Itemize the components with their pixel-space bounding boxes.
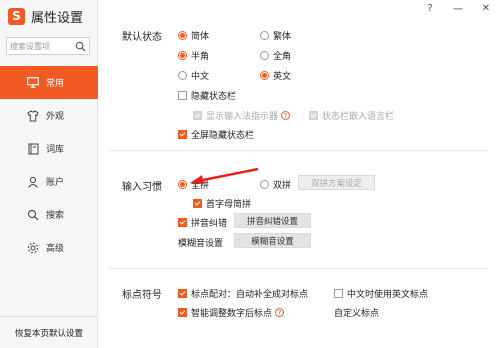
checkbox-english-punct[interactable]: 中文时使用英文标点 <box>334 287 428 300</box>
radio-english[interactable]: 英文 <box>260 69 291 82</box>
option-label: 中文 <box>191 72 210 82</box>
app-title: S 属性设置 <box>8 7 84 26</box>
radio-button[interactable] <box>260 180 269 189</box>
checkbox-initials[interactable]: 首字母简拼 <box>193 197 251 210</box>
option-label[interactable]: 自定义标点 <box>334 306 379 319</box>
sogou-logo-icon: S <box>8 7 25 25</box>
divider <box>108 150 488 151</box>
checkbox[interactable] <box>178 130 187 139</box>
radio-button[interactable] <box>260 51 269 60</box>
checkbox[interactable] <box>178 308 187 317</box>
sidebar-item-label: 外观 <box>46 112 65 122</box>
sidebar-item-appearance[interactable]: 外观 <box>0 99 98 132</box>
option-label: 英文 <box>273 72 292 82</box>
search-icon[interactable] <box>75 41 86 52</box>
section-label-input-habit: 输入习惯 <box>122 182 162 193</box>
section-label-default-state: 默认状态 <box>122 32 162 43</box>
user-icon <box>26 175 40 189</box>
radio-button[interactable] <box>260 71 269 80</box>
help-button[interactable]: ? <box>422 2 438 14</box>
checkbox[interactable] <box>178 91 187 100</box>
fuzzy-sound-settings-button[interactable]: 模糊音设置 <box>234 233 311 248</box>
checkbox-fullscreen-hide[interactable]: 全屏隐藏状态栏 <box>178 128 254 141</box>
section-label-punctuation: 标点符号 <box>122 290 162 301</box>
annotation-arrow-icon <box>190 168 259 184</box>
option-label: 首字母简拼 <box>206 200 252 210</box>
option-label: 状态栏嵌入语言栏 <box>322 112 395 122</box>
option-label: 隐藏状态栏 <box>191 92 237 102</box>
app-title-text: 属性设置 <box>31 10 84 26</box>
shirt-icon <box>26 109 40 123</box>
option-label: 半角 <box>191 52 210 62</box>
search-input[interactable] <box>7 38 73 54</box>
custom-punct-link[interactable]: 自定义标点 <box>334 306 379 319</box>
option-label: 简体 <box>191 32 210 42</box>
sidebar-item-account[interactable]: 账户 <box>0 165 98 198</box>
sidebar-item-label: 常用 <box>46 79 65 89</box>
sidebar: S 属性设置 常用 外观 词库 账户 <box>0 0 98 348</box>
radio-button[interactable] <box>178 51 187 60</box>
radio-traditional[interactable]: 繁体 <box>260 29 291 42</box>
radio-shuangpin[interactable]: 双拼 <box>260 178 291 191</box>
sidebar-nav: 常用 外观 词库 账户 搜索 高级 <box>0 66 98 264</box>
sidebar-item-advanced[interactable]: 高级 <box>0 231 98 264</box>
checkbox-embed-language-bar[interactable]: 状态栏嵌入语言栏 <box>309 109 394 122</box>
sidebar-item-label: 账户 <box>46 178 65 188</box>
monitor-icon <box>26 76 40 90</box>
sidebar-item-label: 搜索 <box>46 211 65 221</box>
checkbox-pinyin-correction[interactable]: 拼音纠错 <box>178 216 227 229</box>
sidebar-item-common[interactable]: 常用 <box>0 66 98 99</box>
option-label: 拼音纠错 <box>191 219 228 229</box>
option-label: 双拼 <box>273 181 292 191</box>
checkbox-show-indicator[interactable]: 显示输入法指示器 ? <box>193 109 291 122</box>
sidebar-item-label: 词库 <box>46 145 65 155</box>
option-label: 显示输入法指示器 <box>206 112 279 122</box>
option-label: 全屏隐藏状态栏 <box>191 131 255 141</box>
option-label: 标点配对：自动补全成对标点 <box>191 290 309 300</box>
option-label: 模糊音设置 <box>178 239 224 249</box>
checkbox[interactable] <box>193 199 202 208</box>
minimize-button[interactable]: 一 <box>450 2 466 16</box>
checkbox[interactable] <box>178 218 187 227</box>
close-button[interactable]: ✕ <box>478 2 494 14</box>
checkbox-punct-auto-pair[interactable]: 标点配对：自动补全成对标点 <box>178 287 308 300</box>
search-icon <box>26 208 40 222</box>
radio-button[interactable] <box>178 180 187 189</box>
restore-defaults-button[interactable]: 恢复本页默认设置 <box>0 316 98 348</box>
book-icon <box>26 142 40 156</box>
checkbox[interactable] <box>193 111 202 120</box>
checkbox-hide-statusbar[interactable]: 隐藏状态栏 <box>178 89 236 102</box>
radio-halfwidth[interactable]: 半角 <box>178 49 209 62</box>
radio-button[interactable] <box>178 71 187 80</box>
radio-button[interactable] <box>260 31 269 40</box>
checkbox-smart-number-punct[interactable]: 智能调整数字后标点 ? <box>178 306 285 319</box>
gear-icon <box>26 241 40 255</box>
radio-chinese[interactable]: 中文 <box>178 69 209 82</box>
sidebar-item-dictionary[interactable]: 词库 <box>0 132 98 165</box>
option-label: 智能调整数字后标点 <box>191 309 273 319</box>
sidebar-item-label: 高级 <box>46 244 65 254</box>
fuzzy-sound-label: 模糊音设置 <box>178 236 223 249</box>
radio-button[interactable] <box>178 31 187 40</box>
option-label: 全角 <box>273 52 292 62</box>
checkbox[interactable] <box>178 289 187 298</box>
sidebar-item-search[interactable]: 搜索 <box>0 198 98 231</box>
checkbox[interactable] <box>334 289 343 298</box>
help-icon[interactable]: ? <box>281 111 291 120</box>
option-label: 繁体 <box>273 32 292 42</box>
radio-simplified[interactable]: 简体 <box>178 29 209 42</box>
option-label: 中文时使用英文标点 <box>347 290 429 300</box>
checkbox[interactable] <box>309 111 318 120</box>
pinyin-correction-settings-button[interactable]: 拼音纠错设置 <box>234 213 311 228</box>
radio-fullwidth[interactable]: 全角 <box>260 49 291 62</box>
divider <box>108 268 488 269</box>
search-box[interactable] <box>6 37 90 55</box>
help-icon[interactable]: ? <box>275 308 285 317</box>
shuangpin-scheme-button[interactable]: 双拼方案设定 <box>298 175 375 190</box>
